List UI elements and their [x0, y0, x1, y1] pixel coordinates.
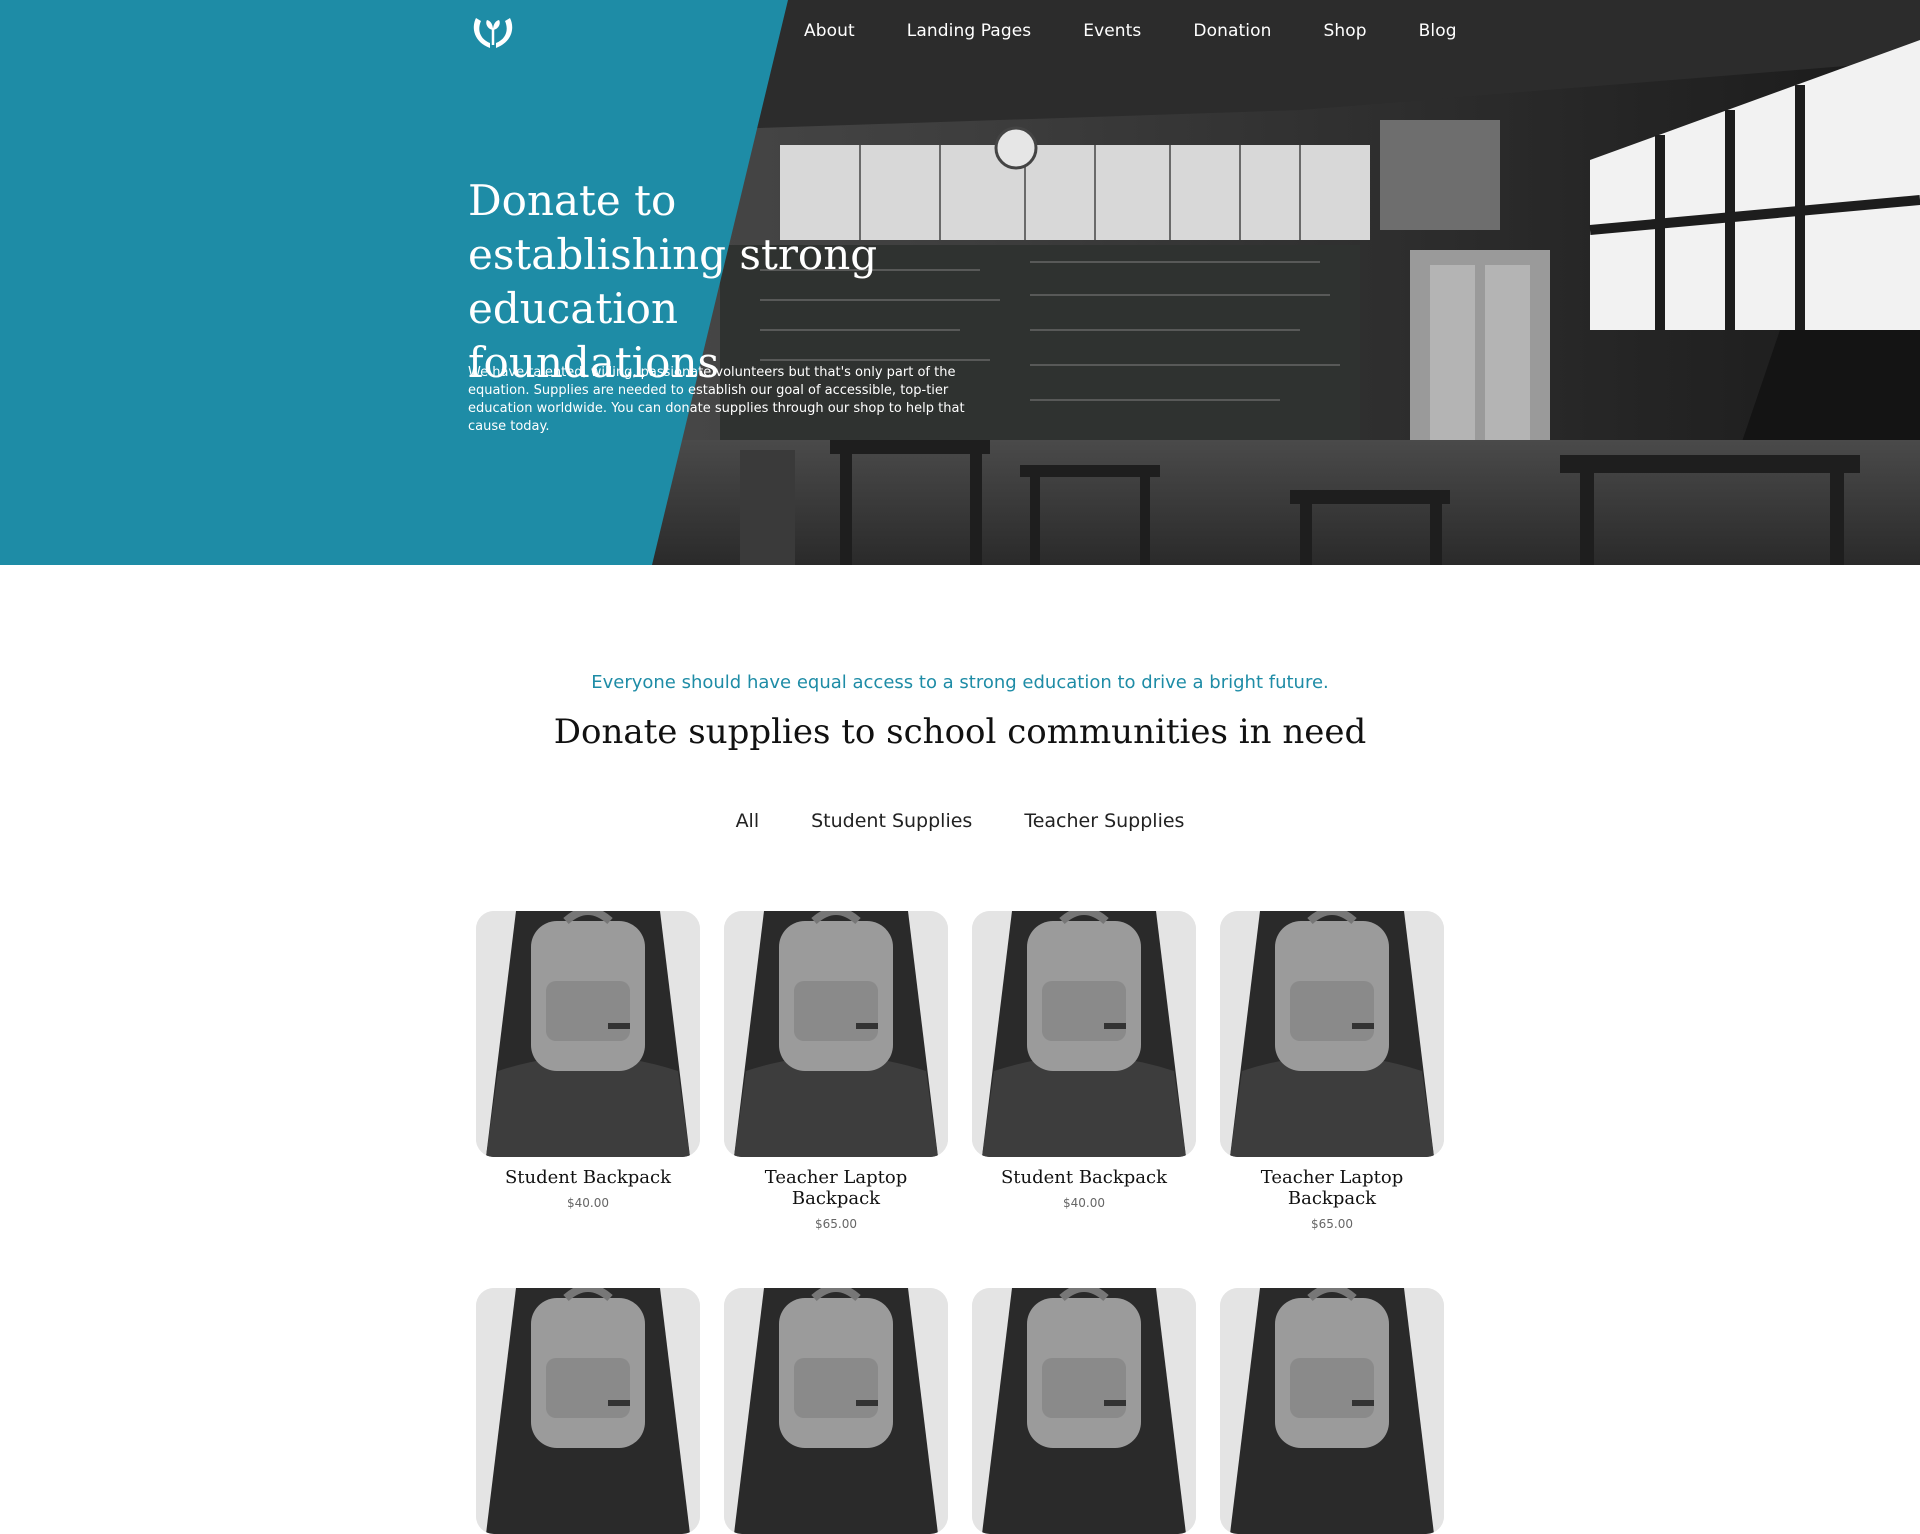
nav-link-landing-pages[interactable]: Landing Pages [907, 21, 1031, 41]
product-price: $40.00 [1063, 1196, 1105, 1210]
nav-link-donation[interactable]: Donation [1193, 21, 1271, 41]
product-name[interactable]: Student Backpack [476, 1167, 700, 1188]
product-price: $40.00 [567, 1196, 609, 1210]
backpack-image [476, 1288, 700, 1534]
filter-tab-teacher-supplies[interactable]: Teacher Supplies [1024, 810, 1184, 832]
backpack-image [476, 911, 700, 1157]
backpack-image [724, 911, 948, 1157]
product-name[interactable]: Teacher Laptop Backpack [1220, 1167, 1444, 1209]
nav-link-events[interactable]: Events [1083, 21, 1141, 41]
product-card[interactable]: Teacher Laptop Backpack $65.00 [1220, 911, 1444, 1231]
product-card[interactable] [476, 1288, 700, 1534]
hero-title: Donate to establishing strong education … [468, 176, 878, 387]
product-card[interactable]: Teacher Laptop Backpack $65.00 [724, 911, 948, 1231]
product-name[interactable]: Teacher Laptop Backpack [724, 1167, 948, 1209]
product-card[interactable] [724, 1288, 948, 1534]
product-card[interactable]: Student Backpack $40.00 [476, 911, 700, 1210]
nav-link-about[interactable]: About [804, 21, 855, 41]
filter-tab-all[interactable]: All [736, 810, 760, 832]
backpack-image [972, 911, 1196, 1157]
backpack-image [972, 1288, 1196, 1534]
product-price: $65.00 [815, 1217, 857, 1231]
product-card[interactable] [972, 1288, 1196, 1534]
backpack-image [724, 1288, 948, 1534]
section-title: Donate supplies to school communities in… [553, 712, 1367, 752]
product-filter-tabs: All Student Supplies Teacher Supplies [0, 810, 1920, 832]
classroom-photo [0, 0, 1920, 565]
section-tagline: Everyone should have equal access to a s… [591, 672, 1329, 693]
product-price: $65.00 [1311, 1217, 1353, 1231]
hands-sprout-logo-icon[interactable] [470, 12, 516, 52]
hero-description: We have talented, willing, passionate vo… [468, 365, 965, 434]
product-card[interactable]: Student Backpack $40.00 [972, 911, 1196, 1210]
filter-tab-student-supplies[interactable]: Student Supplies [811, 810, 972, 832]
hero-section: About Landing Pages Events Donation Shop… [0, 0, 1920, 565]
top-nav: About Landing Pages Events Donation Shop… [0, 0, 1920, 65]
product-name[interactable]: Student Backpack [972, 1167, 1196, 1188]
nav-link-shop[interactable]: Shop [1323, 21, 1366, 41]
backpack-image [1220, 911, 1444, 1157]
product-card[interactable] [1220, 1288, 1444, 1534]
nav-link-blog[interactable]: Blog [1419, 21, 1457, 41]
backpack-image [1220, 1288, 1444, 1534]
